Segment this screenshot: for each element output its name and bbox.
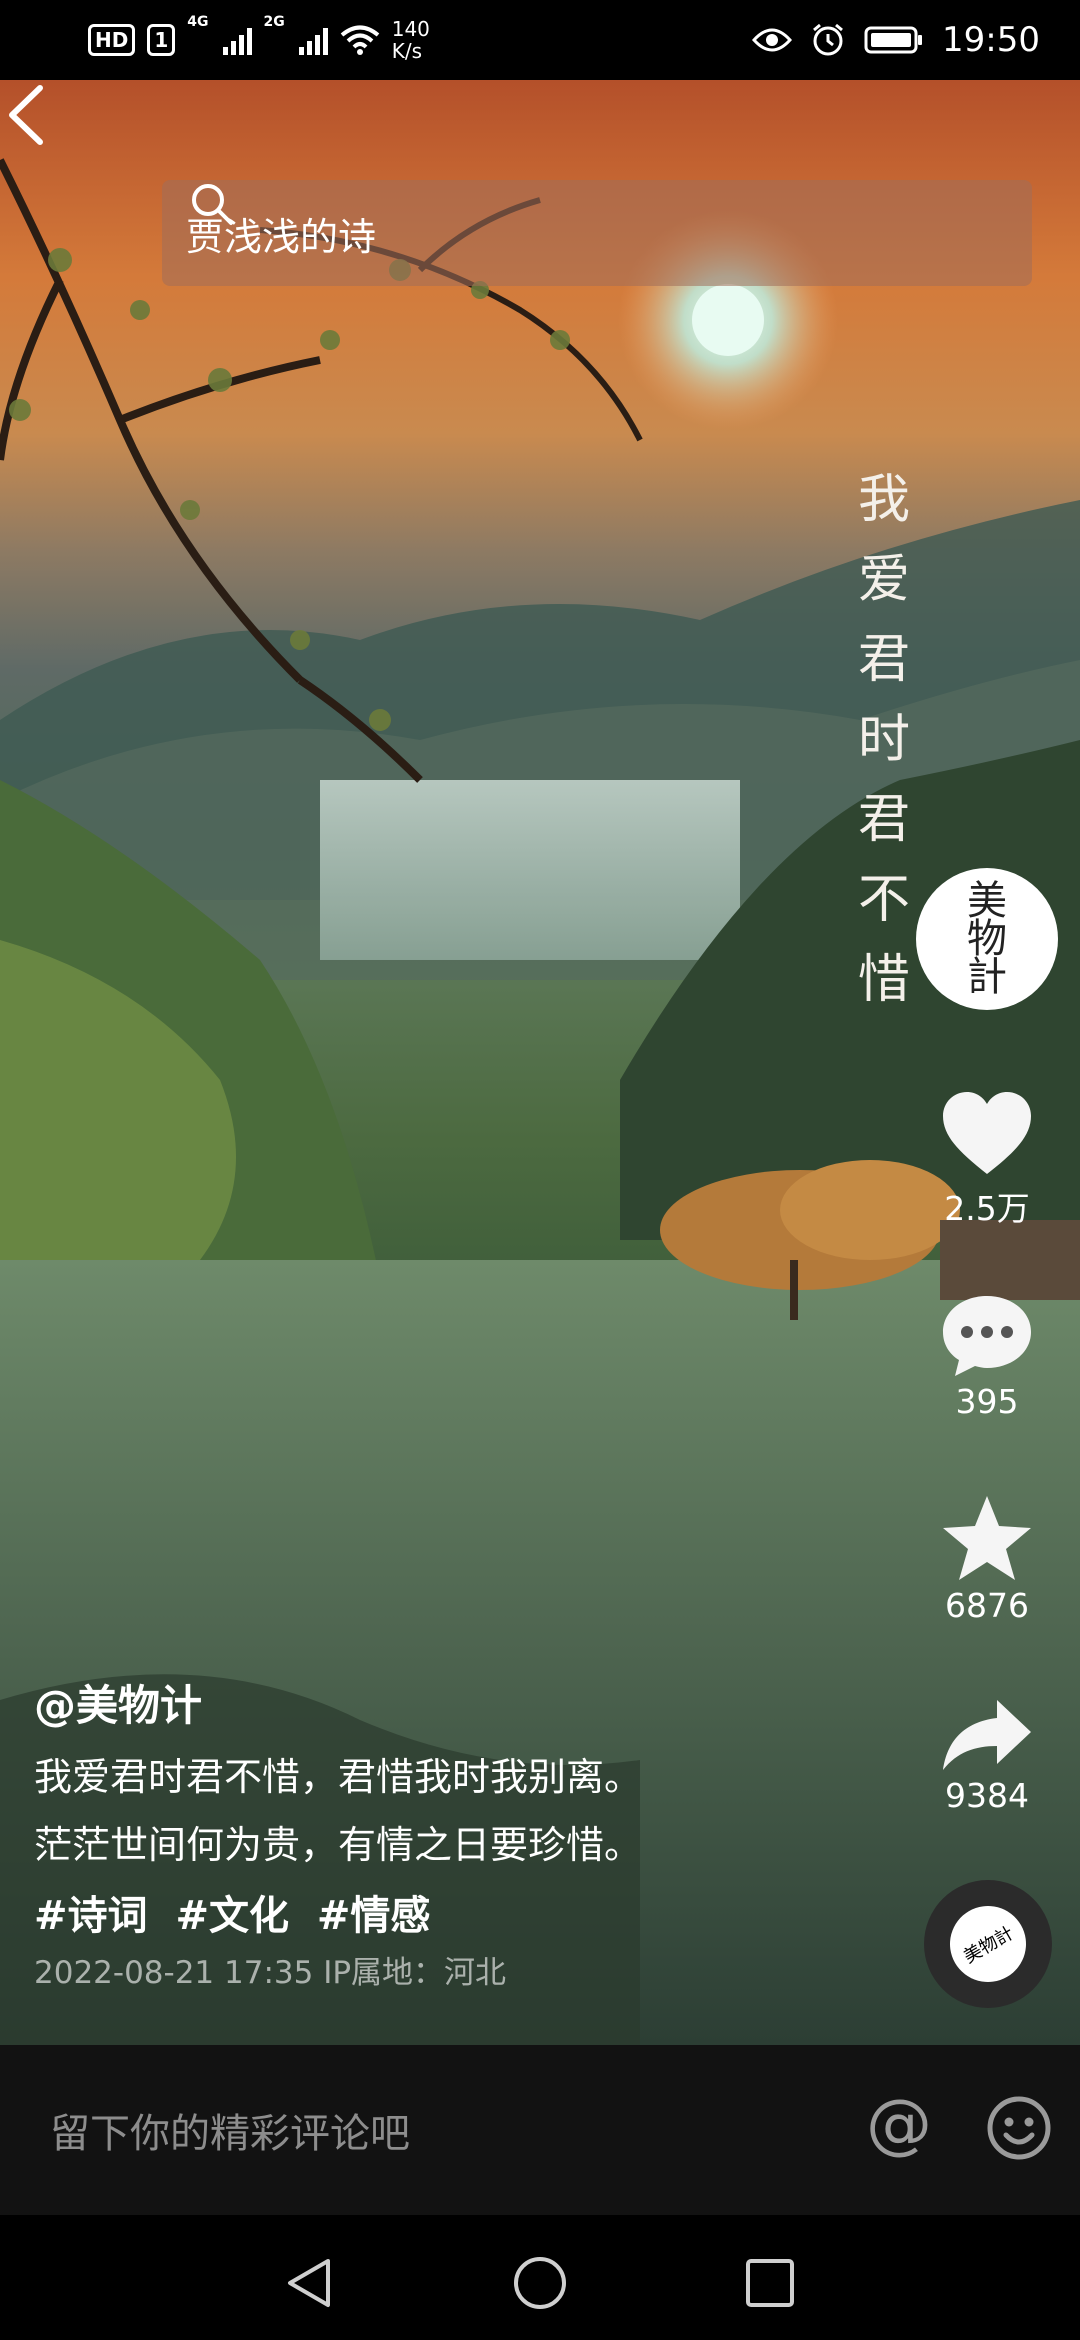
eye-icon bbox=[752, 28, 793, 52]
network-type-1: 4G bbox=[187, 14, 209, 30]
battery-icon bbox=[864, 26, 923, 54]
hashtag-link[interactable]: #文化 bbox=[175, 1893, 289, 1939]
overlay-poem: 我 爱 君 时 君 不 惜 bbox=[857, 470, 910, 1010]
caption-text: 我爱君时君不惜，君惜我时我别离。 茫茫世间何为贵，有情之日要珍惜。 bbox=[34, 1755, 643, 1867]
star-icon bbox=[943, 1496, 1031, 1580]
status-bar: HD 1 4G 2G 140 K/s 19:50 bbox=[0, 0, 1080, 80]
clock: 19:50 bbox=[942, 20, 1040, 60]
favorite-button[interactable]: 6876 bbox=[925, 1494, 1049, 1625]
signal-icon-1 bbox=[222, 25, 252, 55]
post-meta: 2022-08-21 17:35 IP属地：河北 bbox=[34, 1955, 507, 1991]
back-arrow-icon[interactable] bbox=[0, 80, 60, 150]
like-count: 2.5万 bbox=[944, 1189, 1030, 1228]
video-caption: @美物计 我爱君时君不惜，君惜我时我别离。 茫茫世间何为贵，有情之日要珍惜。 #… bbox=[34, 1672, 874, 1992]
network-type-2: 2G bbox=[263, 14, 285, 30]
music-disc-label: 美物計 bbox=[936, 1892, 1040, 1996]
nav-back-icon[interactable] bbox=[282, 2255, 338, 2311]
heart-icon bbox=[943, 1092, 1031, 1174]
search-icon bbox=[192, 184, 233, 225]
sim-indicator: 1 bbox=[147, 24, 176, 56]
comment-count: 395 bbox=[955, 1382, 1019, 1421]
share-button[interactable]: 9384 bbox=[925, 1696, 1049, 1815]
author-name[interactable]: @美物计 bbox=[34, 1672, 874, 1733]
hashtag-link[interactable]: #诗词 bbox=[34, 1893, 148, 1939]
share-count: 9384 bbox=[945, 1776, 1029, 1815]
music-disc[interactable]: 美物計 bbox=[924, 1880, 1052, 2008]
hashtags: #诗词 #文化 #情感 bbox=[34, 1883, 874, 1941]
search-bar[interactable]: 贾浅浅的诗 bbox=[162, 180, 1032, 286]
comment-button[interactable]: 395 bbox=[925, 1292, 1049, 1421]
emoji-icon[interactable] bbox=[986, 2095, 1052, 2161]
comment-bar: 留下你的精彩评论吧 @ bbox=[0, 2045, 1080, 2215]
signal-icon-2 bbox=[298, 25, 328, 55]
like-button[interactable]: 2.5万 bbox=[925, 1090, 1049, 1230]
wifi-icon bbox=[340, 25, 380, 55]
comment-input[interactable]: 留下你的精彩评论吧 bbox=[50, 2101, 410, 2159]
comment-icon bbox=[943, 1296, 1031, 1376]
creator-avatar[interactable]: 美 物 計 bbox=[916, 868, 1058, 1010]
hashtag-link[interactable]: #情感 bbox=[317, 1893, 431, 1939]
mention-button[interactable]: @ bbox=[866, 2089, 932, 2159]
hd-indicator: HD bbox=[88, 24, 136, 56]
alarm-icon bbox=[813, 23, 843, 56]
nav-recents-icon[interactable] bbox=[742, 2255, 798, 2311]
system-nav-bar bbox=[0, 2215, 1080, 2340]
nav-home-icon[interactable] bbox=[512, 2255, 568, 2311]
share-arrow-icon bbox=[943, 1700, 1031, 1770]
network-speed: 140 K/s bbox=[391, 17, 430, 63]
favorite-count: 6876 bbox=[945, 1586, 1029, 1625]
